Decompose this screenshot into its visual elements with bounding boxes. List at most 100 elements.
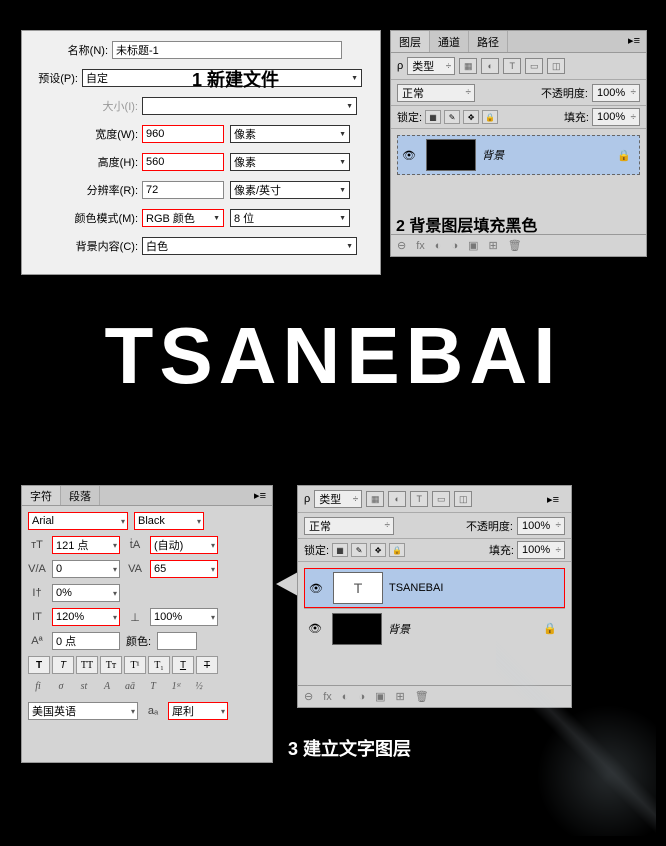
hscale[interactable]: 100% [150,608,218,626]
lock-all-icon[interactable]: 🔒 [389,543,405,557]
font-weight[interactable]: Black [134,512,204,530]
filter-pixel-icon[interactable]: ▦ [366,491,384,507]
leading[interactable]: (自动) [150,536,218,554]
panel-menu-icon[interactable]: ▸≡ [541,490,565,509]
filter-smart-icon[interactable]: ◫ [454,491,472,507]
folder-icon[interactable]: ▣ [375,690,385,703]
fill-input[interactable]: 100% [592,108,640,126]
filter-text-icon[interactable]: T [503,58,521,74]
height-unit-select[interactable]: 像素 [230,153,350,171]
antialias[interactable]: 犀利 [168,702,228,720]
lock-pos-icon[interactable]: ✥ [463,110,479,124]
blend-mode[interactable]: 正常 [304,517,394,535]
adjust-icon[interactable]: ◑ [451,240,458,252]
name-input[interactable] [112,41,342,59]
font-size[interactable]: 121 点 [52,536,120,554]
tab-paths[interactable]: 路径 [469,31,508,52]
new-layer-icon[interactable]: ⊞ [489,239,498,252]
link-icon[interactable]: ⊖ [304,690,313,703]
titling-icon[interactable]: aā [120,678,140,694]
filter-pixel-icon[interactable]: ▦ [459,58,477,74]
liga-icon[interactable]: fi [28,678,48,694]
filter-shape-icon[interactable]: ▭ [525,58,543,74]
visibility-icon[interactable]: 👁 [398,149,420,162]
opacity-input[interactable]: 100% [592,84,640,102]
tracking[interactable]: 65 [150,560,218,578]
baseline[interactable]: 0 点 [52,632,120,650]
tracking-icon: VA [126,563,144,575]
allcaps-icon[interactable]: TT [76,656,98,674]
filter-shape-icon[interactable]: ▭ [432,491,450,507]
bold-icon[interactable]: T [28,656,50,674]
height-label: 高度(H): [32,154,142,170]
step3-title: 3 建立文字图层 [288,735,411,761]
font-family[interactable]: Arial [28,512,128,530]
panel-menu-icon[interactable]: ▸≡ [248,486,272,505]
tab-paragraph[interactable]: 段落 [61,486,100,505]
lang-select[interactable]: 美国英语 [28,702,138,720]
visibility-icon[interactable]: 👁 [305,582,327,595]
step1-title: 1 新建文件 [192,66,279,92]
trash-icon[interactable]: 🗑 [508,239,522,252]
fx-icon[interactable]: fx [323,691,332,703]
filter-type[interactable]: 类型 [314,490,362,508]
lock-pos-icon[interactable]: ✥ [370,543,386,557]
swash-icon[interactable]: st [74,678,94,694]
lock-paint-icon[interactable]: ✎ [351,543,367,557]
italic-icon[interactable]: T [52,656,74,674]
filter-adjust-icon[interactable]: ◐ [388,491,406,507]
panel-menu-icon[interactable]: ▸≡ [622,31,646,52]
width-input[interactable] [142,125,224,143]
blend-mode[interactable]: 正常 [397,84,475,102]
opacity-input[interactable]: 100% [517,517,565,535]
new-layer-icon[interactable]: ⊞ [396,690,405,703]
frac2-icon[interactable]: ½ [189,678,209,694]
fill-input[interactable]: 100% [517,541,565,559]
tab-character[interactable]: 字符 [22,486,61,505]
height-input[interactable] [142,153,224,171]
layer-row-text[interactable]: 👁 T TSANEBAI [304,568,565,608]
colormode-select[interactable]: RGB 颜色 [142,209,224,227]
trash-icon[interactable]: 🗑 [415,690,429,703]
smallcaps-icon[interactable]: Tᴛ [100,656,122,674]
kerning[interactable]: 0 [52,560,120,578]
filter-type[interactable]: 类型 [407,57,455,75]
tab-channels[interactable]: 通道 [430,31,469,52]
adjust-icon[interactable]: ◑ [358,691,365,703]
lock-pixels-icon[interactable]: ▦ [425,110,441,124]
color-swatch[interactable] [157,632,197,650]
filter-smart-icon[interactable]: ◫ [547,58,565,74]
res-input[interactable] [142,181,224,199]
lock-pixels-icon[interactable]: ▦ [332,543,348,557]
underline-icon[interactable]: T [172,656,194,674]
mask-icon[interactable]: ◐ [435,240,442,252]
strike-icon[interactable]: T [196,656,218,674]
vscale[interactable]: 120% [52,608,120,626]
glass-decoration [496,636,656,836]
super-icon[interactable]: T¹ [124,656,146,674]
alt-icon[interactable]: A [97,678,117,694]
frac1-icon[interactable]: 1ˢᵗ [166,678,186,694]
visibility-icon[interactable]: 👁 [304,622,326,635]
lock-paint-icon[interactable]: ✎ [444,110,460,124]
sub-icon[interactable]: T₁ [148,656,170,674]
tab-layers[interactable]: 图层 [391,31,430,52]
oldstyle-icon[interactable]: σ [51,678,71,694]
folder-icon[interactable]: ▣ [468,239,478,252]
bg-select[interactable]: 白色 [142,237,357,255]
layer-row-bg[interactable]: 👁 背景 🔒 [397,135,640,175]
filter-adjust-icon[interactable]: ◐ [481,58,499,74]
tsume[interactable]: 0% [52,584,120,602]
fill-label: 填充: [489,542,514,558]
filter-text-icon[interactable]: T [410,491,428,507]
width-unit-select[interactable]: 像素 [230,125,350,143]
color-label: 颜色: [126,633,151,649]
mask-icon[interactable]: ◐ [342,691,349,703]
character-panel: 字符 段落 ▸≡ Arial Black тT 121 点 ṫA (自动) V/… [21,485,273,763]
lock-all-icon[interactable]: 🔒 [482,110,498,124]
ord-icon[interactable]: T [143,678,163,694]
res-unit-select[interactable]: 像素/英寸 [230,181,350,199]
fx-icon[interactable]: fx [416,240,425,252]
bitdepth-select[interactable]: 8 位 [230,209,350,227]
link-icon[interactable]: ⊖ [397,239,406,252]
